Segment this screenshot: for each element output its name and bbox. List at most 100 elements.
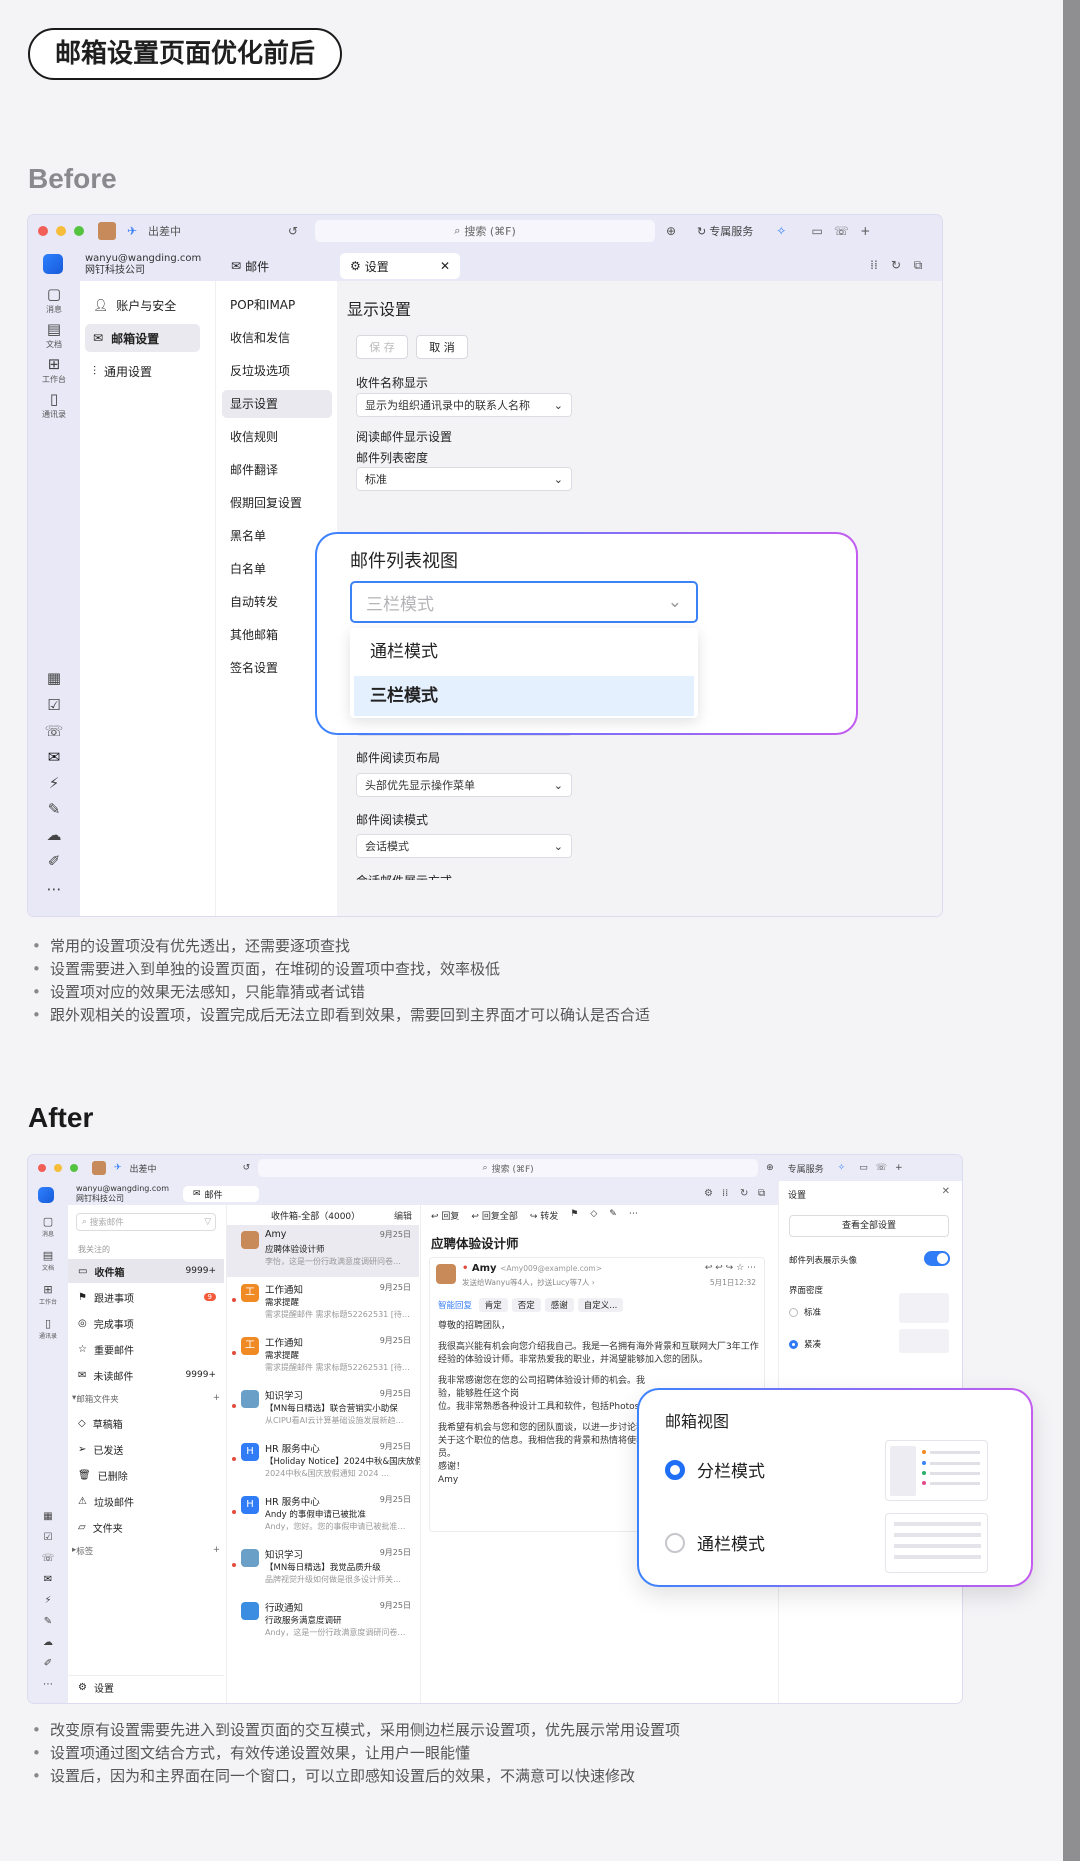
sub-send-receive[interactable]: 收信和发信 [222, 324, 332, 352]
density-standard[interactable]: 标准 [789, 1306, 821, 1318]
filter-icon[interactable]: ▽ [204, 1217, 211, 1227]
upload-icon[interactable]: ⊕ [663, 223, 679, 239]
sub-vacation[interactable]: 假期回复设置 [222, 489, 332, 517]
list-item[interactable]: 工工作通知 9月25日 需求提醒 需求提醒邮件 需求标题52262531 [待… [227, 1278, 419, 1330]
refresh-icon[interactable]: ↻ [888, 257, 904, 273]
close-icon[interactable]: ✕ [942, 1186, 950, 1197]
calendar-icon[interactable]: ▦ [28, 1511, 68, 1523]
chip-yes[interactable]: 肯定 [478, 1298, 508, 1312]
maximize-dot[interactable] [74, 226, 84, 236]
close-tab-icon[interactable]: ✕ [440, 259, 450, 273]
sub-rules[interactable]: 收信规则 [222, 423, 332, 451]
phone-icon[interactable]: ☏ [876, 1163, 887, 1173]
app-logo-icon[interactable] [43, 254, 63, 274]
add-icon[interactable]: + [895, 1163, 903, 1173]
folder-inbox[interactable]: ▭ 收件箱 9999+ [68, 1259, 224, 1283]
folder-unread[interactable]: ✉ 未读邮件 9999+ [68, 1363, 224, 1387]
sub-translate[interactable]: 邮件翻译 [222, 456, 332, 484]
screen-icon[interactable]: ▭ [859, 1163, 868, 1173]
folder-important[interactable]: ☆ 重要邮件 [68, 1337, 224, 1361]
folder-drafts[interactable]: ◇ 草稿箱 [68, 1411, 224, 1435]
more-icon[interactable]: ⋯ [629, 1209, 638, 1222]
refresh-icon[interactable]: ↻ [740, 1188, 748, 1199]
chip-custom[interactable]: 自定义... [577, 1298, 624, 1312]
close-dot[interactable] [38, 1164, 46, 1172]
list-item[interactable]: H HR 服务中心 9月25日 【Holiday Notice】2024中秋&国庆放假… [227, 1437, 423, 1489]
history-icon[interactable]: ↺ [285, 223, 301, 239]
mail-icon[interactable]: ✉ [28, 748, 80, 767]
name-display-select[interactable]: 显示为组织通讯录中的联系人名称 ⌄ [356, 393, 572, 417]
cloud-icon[interactable]: ☁ [28, 1637, 68, 1649]
rail-item-docs[interactable]: ▤ 文档 [28, 320, 80, 350]
calendar-icon[interactable]: ▦ [28, 669, 80, 688]
gear-icon[interactable]: ⚙ [704, 1188, 713, 1199]
settings-entry[interactable]: ⚙ 设置 [68, 1675, 224, 1699]
rail-item-contacts[interactable]: ▯ 通讯录 [28, 390, 80, 420]
list-view-select[interactable]: 三栏模式 ⌄ [350, 581, 698, 623]
list-item[interactable]: 行政通知 9月25日 行政服务满意度调研 Andy，这是一份行政满意度调研问卷… [227, 1596, 419, 1648]
rail-item-messages[interactable]: ▢ 消息 [28, 1215, 68, 1238]
recipients[interactable]: 发送给Wanyu等4人，抄送Lucy等7人 › [462, 1277, 595, 1288]
rail-item-contacts[interactable]: ▯ 通讯录 [28, 1317, 68, 1340]
cloud-icon[interactable]: ☁ [28, 826, 80, 845]
sub-display[interactable]: 显示设置 [222, 390, 332, 418]
tag-icon[interactable]: ◇ [590, 1209, 597, 1222]
list-item[interactable]: 知识学习 9月25日 【MN每日精选】我觉品质升级 品牌视觉升级如何做是很多设计师关… [227, 1543, 419, 1595]
ai-icon[interactable]: ✧ [838, 1163, 846, 1173]
more-icon[interactable]: ⋯ [28, 880, 80, 899]
service-button[interactable]: 专属服务 [788, 1162, 824, 1175]
account-switcher[interactable]: wanyu@wangding.com 网钉科技公司 [85, 253, 201, 277]
save-button[interactable]: 保 存 [356, 335, 408, 359]
add-tag-icon[interactable]: + [213, 1545, 220, 1557]
tab-mail[interactable]: ✉ 邮件 [183, 1186, 259, 1202]
sub-antispam[interactable]: 反垃圾选项 [222, 357, 332, 385]
search-bar[interactable]: ⌕ 搜索 (⌘F) [315, 220, 655, 242]
note-icon[interactable]: ✐ [28, 1658, 68, 1670]
flash-icon[interactable]: ⚡ [28, 1595, 68, 1607]
tags-header[interactable]: ▸ 标签 + [72, 1545, 220, 1557]
nav-account-security[interactable]: 👤︎ 账户与安全 [85, 291, 203, 319]
density-select[interactable]: 标准 ⌄ [356, 467, 572, 491]
density-compact[interactable]: 紧凑 [789, 1338, 821, 1350]
avatar-toggle[interactable] [924, 1251, 950, 1266]
mail-actions[interactable]: ↩ ↩ ↪ ☆ ⋯ [705, 1263, 756, 1273]
reply-button[interactable]: ↩ 回复 [431, 1209, 459, 1222]
rail-item-messages[interactable]: ▢ 消息 [28, 285, 80, 315]
folder-folder[interactable]: ▱ 文件夹 [68, 1515, 224, 1539]
mail-folders-header[interactable]: ▾ 邮箱文件夹 + [72, 1393, 220, 1405]
folder-spam[interactable]: ⚠ 垃圾邮件 [68, 1489, 224, 1513]
add-icon[interactable]: + [857, 223, 873, 239]
list-item[interactable]: 工工作通知 9月25日 需求提醒 需求提醒邮件 需求标题52262531 [待… [227, 1331, 419, 1383]
tab-settings[interactable]: ⚙ 设置 ✕ [340, 253, 460, 279]
option-split-view[interactable]: 分栏模式 [665, 1457, 765, 1482]
add-folder-icon[interactable]: + [213, 1393, 220, 1405]
layout-select[interactable]: 头部优先显示操作菜单 ⌄ [356, 773, 572, 797]
list-item[interactable]: Amy 9月25日 应聘体验设计师 李怡，这是一份行政满意度调研问卷… [227, 1225, 419, 1277]
tab-mail[interactable]: ✉ 邮件 [221, 253, 279, 279]
account-switcher[interactable]: wanyu@wangding.com 网钉科技公司 [76, 1184, 169, 1204]
screen-icon[interactable]: ▭ [809, 223, 825, 239]
upload-icon[interactable]: ⊕ [766, 1163, 774, 1173]
mail-search-input[interactable]: ⌕ 搜索邮件 ▽ [76, 1213, 216, 1231]
read-mode-select[interactable]: 会话模式 ⌄ [356, 834, 572, 858]
nav-general-settings[interactable]: ⫶ 通用设置 [85, 357, 203, 385]
reply-all-button[interactable]: ↩ 回复全部 [471, 1209, 517, 1222]
pin-icon[interactable]: ✎ [609, 1209, 617, 1222]
flash-icon[interactable]: ⚡ [28, 774, 80, 793]
chip-thanks[interactable]: 感谢 [544, 1298, 574, 1312]
option-three-column[interactable]: 三栏模式 [354, 676, 694, 716]
brush-icon[interactable]: ✎ [28, 1616, 68, 1628]
todo-icon[interactable]: ☑ [28, 696, 80, 715]
option-full-view[interactable]: 通栏模式 [665, 1530, 765, 1555]
option-full-width[interactable]: 通栏模式 [350, 632, 698, 672]
folder-done[interactable]: ◎ 完成事项 [68, 1311, 224, 1335]
popout-icon[interactable]: ⧉ [910, 257, 926, 273]
call-icon[interactable]: ☏ [28, 722, 80, 741]
nav-mail-settings[interactable]: ✉ 邮箱设置 [85, 324, 200, 352]
edit-button[interactable]: 编辑 [394, 1209, 412, 1222]
apps-icon[interactable]: ⁞⁞ [866, 257, 882, 273]
note-icon[interactable]: ✐ [28, 852, 80, 871]
maximize-dot[interactable] [70, 1164, 78, 1172]
call-icon[interactable]: ☏ [28, 1553, 68, 1565]
rail-item-docs[interactable]: ▤ 文档 [28, 1249, 68, 1272]
